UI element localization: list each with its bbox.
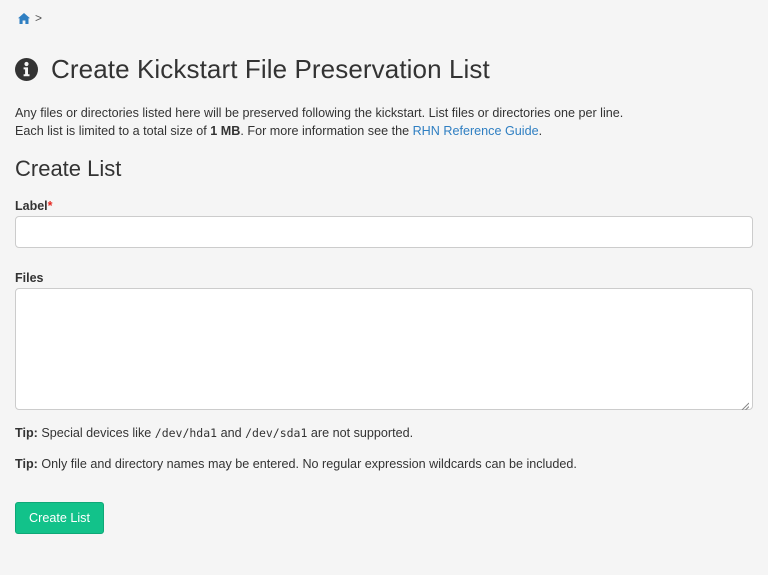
intro-text: Any files or directories listed here wil… — [15, 104, 623, 140]
intro-line-2-suffix: . — [538, 124, 543, 138]
files-textarea[interactable] — [15, 288, 753, 411]
required-mark: * — [47, 199, 53, 213]
home-icon[interactable] — [18, 12, 30, 24]
resize-grip-icon[interactable] — [741, 398, 750, 411]
intro-line-2-middle: . For more information see the — [240, 124, 413, 138]
tip-devices: Tip: Special devices like /dev/hda1 and … — [15, 426, 413, 440]
tip-text: are not supported. — [307, 426, 414, 440]
label-input[interactable] — [15, 216, 753, 248]
tip-wildcards: Tip: Only file and directory names may b… — [15, 457, 577, 471]
label-field-label: Label* — [15, 199, 53, 213]
intro-line-2: Each list is limited to a total size of … — [15, 122, 623, 140]
reference-guide-link[interactable]: RHN Reference Guide — [413, 124, 539, 138]
info-circle-icon — [15, 58, 38, 81]
tip-label: Tip: — [15, 426, 38, 440]
tip-text: and — [217, 426, 246, 440]
label-field-label-text: Label — [15, 199, 48, 213]
files-field-label: Files — [15, 271, 44, 285]
breadcrumb: > — [18, 11, 42, 25]
tip-label: Tip: — [15, 457, 38, 471]
size-limit: 1 MB — [210, 124, 241, 138]
breadcrumb-separator: > — [35, 11, 43, 25]
create-list-button[interactable]: Create List — [15, 502, 104, 534]
device-code: /dev/sda1 — [245, 426, 308, 440]
tip-text: Special devices like — [41, 426, 155, 440]
tip-text: Only file and directory names may be ent… — [41, 457, 577, 471]
section-title: Create List — [15, 156, 122, 181]
device-code: /dev/hda1 — [154, 426, 218, 440]
page-header: Create Kickstart File Preservation List — [15, 54, 490, 85]
intro-line-2-prefix: Each list is limited to a total size of — [15, 124, 211, 138]
page-title: Create Kickstart File Preservation List — [51, 54, 490, 84]
intro-line-1: Any files or directories listed here wil… — [15, 106, 624, 120]
